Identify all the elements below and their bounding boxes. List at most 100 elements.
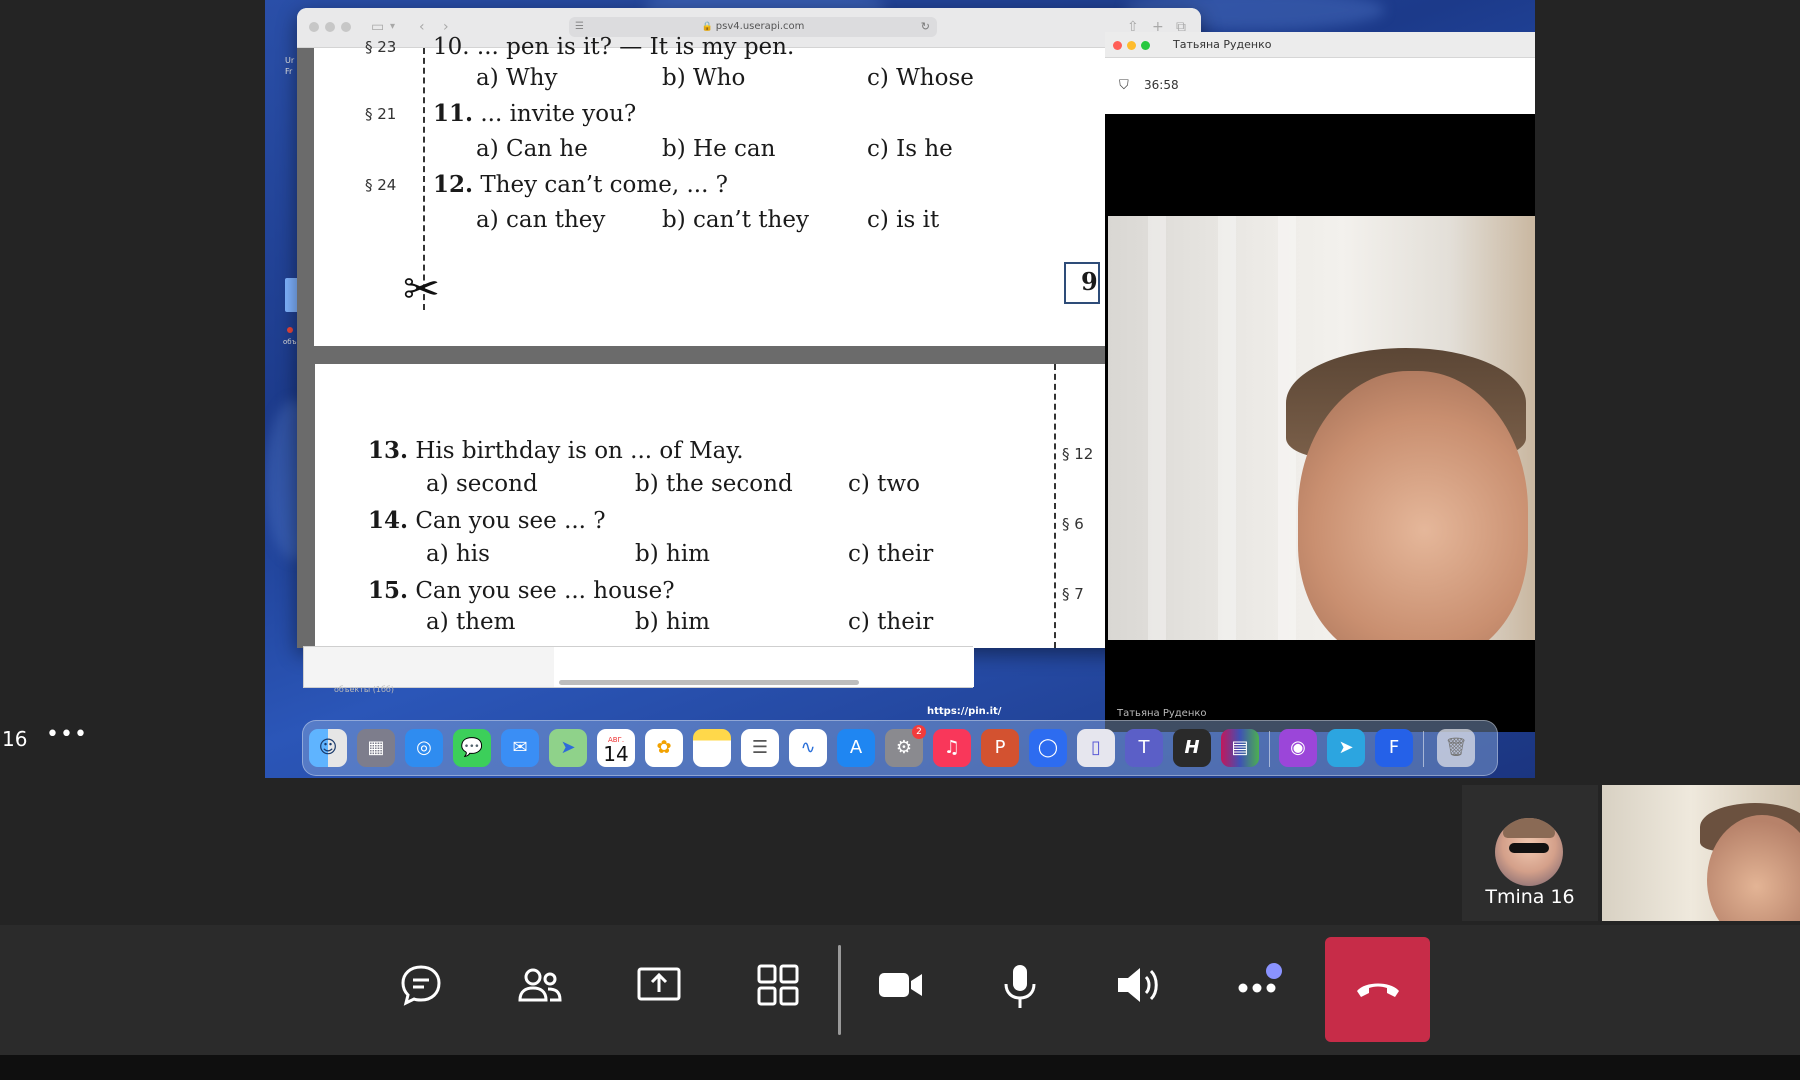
cut-line <box>1054 364 1056 648</box>
zoom-window-button[interactable] <box>1141 41 1150 50</box>
call-status-bar: ⛉ 36:58 <box>1105 58 1535 114</box>
music-icon[interactable]: ♫ <box>933 729 971 767</box>
flow-icon[interactable]: F <box>1375 729 1413 767</box>
desktop-file-label: объ <box>283 338 297 346</box>
sidebar-toggle-icon[interactable]: ▭ <box>371 19 384 35</box>
lock-icon: 🔒 <box>701 22 713 32</box>
winrar-icon[interactable]: ▤ <box>1221 729 1259 767</box>
participant-name: Tmina 16 <box>1485 886 1575 908</box>
avatar <box>1495 818 1563 886</box>
people-icon <box>518 968 562 1002</box>
camera-button[interactable] <box>870 962 932 1016</box>
launchpad-icon[interactable]: ▦ <box>357 729 395 767</box>
browser-window: ▭ ▾ ‹ › ☰ 🔒 psv4.userapi.com ↻ ⇧ + ⧉ § 23… <box>297 8 1201 648</box>
zoom-window-button[interactable] <box>341 22 351 32</box>
question-11: 11. ... invite you? <box>433 100 636 127</box>
desktop-tag-dot <box>287 327 293 333</box>
share-screen-icon <box>637 967 681 1001</box>
calendar-icon[interactable]: АВГ. 14 <box>597 729 635 767</box>
calendar-day: 14 <box>603 742 629 766</box>
h-app-icon[interactable]: H <box>1173 729 1211 767</box>
system-settings-icon[interactable]: ⚙ 2 <box>885 725 926 767</box>
question-number: 12. <box>433 171 474 198</box>
powerpoint-icon[interactable]: P <box>981 729 1019 767</box>
question-13: 13. His birthday is on ... of May. <box>368 437 744 464</box>
url-text: psv4.userapi.com <box>715 21 805 32</box>
curtain-fold <box>1218 216 1236 640</box>
notification-dot <box>1266 963 1282 979</box>
app-store-icon[interactable]: A <box>837 729 875 767</box>
hang-up-button[interactable] <box>1325 937 1430 1042</box>
chat-icon <box>401 965 441 1006</box>
question-text: Can you see ... ? <box>415 508 606 534</box>
shield-icon: ⛉ <box>1119 78 1129 93</box>
teams-icon[interactable]: T <box>1125 729 1163 767</box>
participant-number: 16 <box>2 727 28 751</box>
avatar-sunglasses <box>1509 843 1549 853</box>
forward-icon[interactable]: › <box>443 19 449 35</box>
mail-icon[interactable]: ✉ <box>501 729 539 767</box>
maps-icon[interactable]: ➤ <box>549 729 587 767</box>
q11-option-a: a) Can he <box>476 136 588 162</box>
scissors-icon: ✂ <box>403 264 440 315</box>
reload-icon[interactable]: ↻ <box>921 17 930 37</box>
question-text: His birthday is on ... of May. <box>415 438 744 464</box>
participants-button[interactable] <box>509 962 571 1016</box>
minimize-window-button[interactable] <box>325 22 335 32</box>
podcasts-icon[interactable]: ◉ <box>1279 729 1317 767</box>
camera-icon <box>879 973 922 997</box>
video-name-overlay: Татьяна Руденко <box>1117 708 1207 719</box>
chat-button[interactable] <box>390 962 452 1016</box>
speaker-button[interactable] <box>1108 962 1170 1016</box>
q13-option-b: b) the second <box>635 471 793 497</box>
messages-icon[interactable]: 💬 <box>453 729 491 767</box>
section-ref: § 23 <box>365 38 397 56</box>
q11-option-b: b) He can <box>662 136 776 162</box>
close-window-button[interactable] <box>1113 41 1122 50</box>
question-text: They can’t come, ... ? <box>480 172 729 198</box>
back-icon[interactable]: ‹ <box>419 19 425 35</box>
section-ref: § 6 <box>1062 515 1084 533</box>
section-ref: § 12 <box>1062 445 1094 463</box>
page-number: 9 <box>1064 262 1100 304</box>
more-options-icon[interactable]: ••• <box>46 722 88 747</box>
microphone-icon <box>1004 965 1036 1008</box>
q15-option-a: a) them <box>426 609 516 635</box>
section-ref: § 21 <box>365 105 397 123</box>
close-window-button[interactable] <box>309 22 319 32</box>
dock-separator <box>1269 731 1270 767</box>
q14-option-b: b) him <box>635 541 710 567</box>
telegram-icon[interactable]: ➤ <box>1327 729 1365 767</box>
freeform-icon[interactable]: ∿ <box>789 729 827 767</box>
layout-button[interactable] <box>747 962 809 1016</box>
background-window[interactable]: объекты (1бб) <box>303 646 974 694</box>
question-12: 12. They can’t come, ... ? <box>433 171 728 198</box>
q14-option-a: a) his <box>426 541 490 567</box>
pin-url-label[interactable]: https://pin.it/ <box>927 706 1001 717</box>
minimize-window-button[interactable] <box>1127 41 1136 50</box>
reminders-icon[interactable]: ☰ <box>741 729 779 767</box>
question-10-partial: 10. ... pen is it? — It is my pen. <box>433 34 795 60</box>
horizontal-scrollbar[interactable] <box>559 680 859 685</box>
safari-icon[interactable]: ◎ <box>405 729 443 767</box>
zoom-icon[interactable]: ◯ <box>1029 729 1067 767</box>
participant-tile[interactable]: Tmina 16 <box>1462 785 1598 921</box>
share-screen-button[interactable] <box>628 962 690 1016</box>
trash-icon[interactable]: 🗑 <box>1437 729 1475 767</box>
finder-icon[interactable]: ☺ <box>309 729 347 767</box>
remote-video-feed <box>1108 216 1535 640</box>
question-number: 11. <box>433 100 474 127</box>
chevron-down-icon[interactable]: ▾ <box>390 19 395 35</box>
hang-up-icon <box>1357 983 1399 997</box>
question-text: Can you see ... house? <box>415 578 675 604</box>
participant-video-tile[interactable] <box>1602 785 1800 921</box>
microphone-button[interactable] <box>989 962 1051 1016</box>
q10-option-b: b) Who <box>662 65 746 91</box>
notes-icon[interactable] <box>693 729 731 767</box>
phone-mirror-icon[interactable]: ▯ <box>1077 729 1115 767</box>
call-toolbar <box>0 925 1800 1055</box>
q15-option-b: b) him <box>635 609 710 635</box>
q12-option-a: a) can they <box>476 207 606 233</box>
photos-icon[interactable]: ✿ <box>645 729 683 767</box>
q12-option-b: b) can’t they <box>662 207 809 233</box>
